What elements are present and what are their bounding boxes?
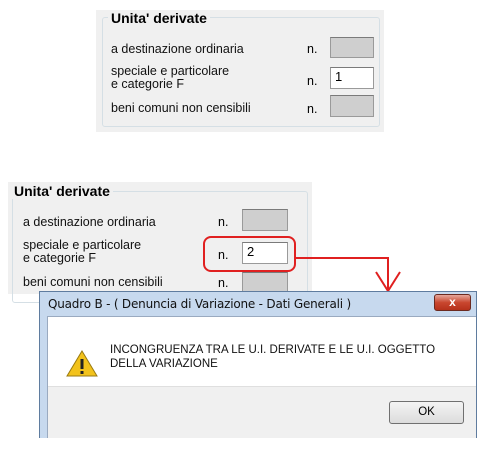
top-label-ordinaria: a destinazione ordinaria	[111, 42, 244, 56]
ok-button[interactable]: OK	[389, 401, 464, 424]
top-label-beni-comuni: beni comuni non censibili	[111, 101, 251, 115]
bottom-label-ordinaria: a destinazione ordinaria	[23, 215, 156, 229]
close-icon: x	[449, 295, 456, 309]
top-field-speciale[interactable]: 1	[330, 67, 374, 89]
bottom-panel: Unita' derivate a destinazione ordinaria…	[8, 182, 312, 303]
top-label-speciale-2: e categorie F	[111, 77, 184, 91]
top-n-speciale: n.	[307, 74, 318, 88]
top-field-ordinaria	[330, 37, 374, 58]
top-label-speciale-1: speciale e particolare	[111, 64, 230, 78]
bottom-group-title: Unita' derivate	[11, 183, 113, 199]
dialog-message: INCONGRUENZA TRA LE U.I. DERIVATE E LE U…	[110, 344, 436, 370]
bottom-field-speciale[interactable]: 2	[242, 242, 288, 264]
top-panel: Unita' derivate a destinazione ordinaria…	[96, 10, 384, 132]
bottom-label-speciale-2: e categorie F	[23, 251, 96, 265]
top-n-beni-comuni: n.	[307, 102, 318, 116]
top-field-beni-comuni	[330, 95, 374, 117]
bottom-n-ordinaria: n.	[218, 215, 229, 229]
dialog-close-button[interactable]: x	[434, 294, 471, 311]
error-dialog: Quadro B - ( Denuncia di Variazione - Da…	[39, 291, 477, 438]
bottom-field-ordinaria	[242, 209, 288, 231]
top-group-title: Unita' derivate	[108, 10, 210, 26]
warning-icon	[66, 350, 98, 377]
dialog-body: INCONGRUENZA TRA LE U.I. DERIVATE E LE U…	[47, 316, 476, 438]
bottom-label-speciale-1: speciale e particolare	[23, 238, 142, 252]
bottom-label-beni-comuni: beni comuni non censibili	[23, 275, 163, 289]
arrow-head	[375, 271, 401, 293]
dialog-footer: OK	[48, 386, 476, 438]
bottom-n-speciale: n.	[218, 248, 229, 262]
dialog-title: Quadro B - ( Denuncia di Variazione - Da…	[48, 297, 351, 311]
bottom-n-beni-comuni: n.	[218, 276, 229, 290]
top-n-ordinaria: n.	[307, 42, 318, 56]
